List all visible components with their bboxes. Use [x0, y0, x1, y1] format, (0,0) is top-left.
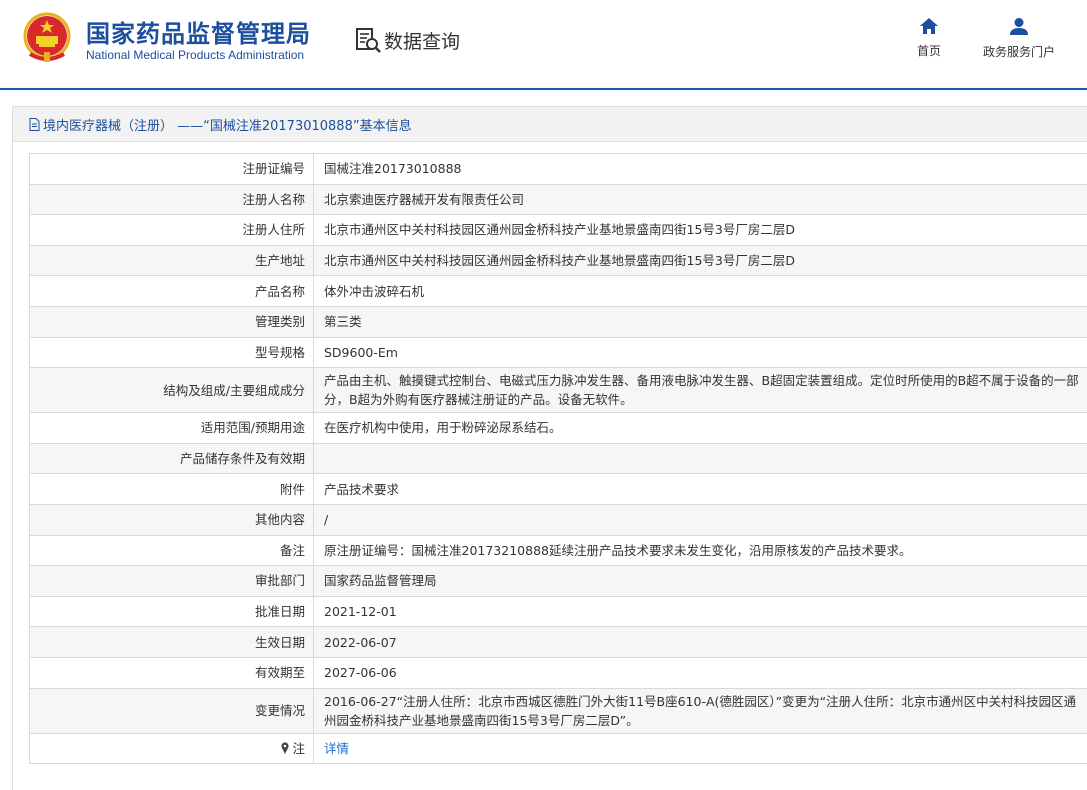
- site-header: 国家药品监督管理局 National Medical Products Admi…: [0, 0, 1087, 90]
- details-link[interactable]: 详情: [324, 741, 349, 756]
- field-value: [313, 442, 1087, 475]
- home-icon: [920, 18, 938, 34]
- table-row: 结构及组成/主要组成成分 产品由主机、触摸键式控制台、电磁式压力脉冲发生器、备用液…: [29, 367, 1087, 414]
- field-value: 北京市通州区中关村科技园区通州园金桥科技产业基地景盛南四街15号3号厂房二层D: [313, 214, 1087, 246]
- field-value: 体外冲击波碎石机: [313, 275, 1087, 307]
- field-label: 适用范围/预期用途: [29, 412, 314, 444]
- table-row: 备注 原注册证编号：国械注准20173210888延续注册产品技术要求未发生变化，…: [29, 534, 1087, 567]
- field-value: 产品由主机、触摸键式控制台、电磁式压力脉冲发生器、备用液电脉冲发生器、B超固定装…: [313, 367, 1087, 414]
- field-value: 2016-06-27“注册人住所：北京市西城区德胜门外大街11号B座610-A(…: [313, 687, 1087, 734]
- field-label: 生产地址: [29, 244, 314, 277]
- field-label: 结构及组成/主要组成成分: [29, 367, 314, 414]
- brand-title[interactable]: 国家药品监督管理局: [86, 14, 311, 49]
- breadcrumb: 境内医疗器械（注册） ——“国械注准20173010888”基本信息: [13, 107, 1087, 142]
- field-value: 2021-12-01: [313, 595, 1087, 628]
- field-value: 2027-06-06: [313, 656, 1087, 689]
- table-row: 管理类别 第三类: [29, 305, 1087, 338]
- pin-icon: [281, 742, 290, 754]
- national-emblem-icon[interactable]: [22, 12, 72, 64]
- field-label: 注册人住所: [29, 214, 314, 246]
- field-label: 生效日期: [29, 626, 314, 658]
- field-label: 审批部门: [29, 565, 314, 597]
- note-label: 注: [292, 740, 305, 756]
- field-label: 注册证编号: [29, 153, 314, 185]
- field-label: 附件: [29, 473, 314, 505]
- brand-subtitle[interactable]: National Medical Products Administration: [86, 48, 304, 62]
- table-row: 生效日期 2022-06-07: [29, 626, 1087, 658]
- nav-home-label: 首页: [916, 44, 941, 58]
- field-value: 国家药品监督管理局: [313, 565, 1087, 597]
- field-label: 型号规格: [29, 336, 314, 369]
- nav-service-portal-label: 政务服务门户: [982, 45, 1055, 59]
- field-value: 在医疗机构中使用，用于粉碎泌尿系结石。: [313, 412, 1087, 444]
- table-row: 适用范围/预期用途 在医疗机构中使用，用于粉碎泌尿系结石。: [29, 412, 1087, 444]
- detail-panel: 境内医疗器械（注册） ——“国械注准20173010888”基本信息 注册证编号…: [12, 106, 1087, 790]
- table-row: 附件 产品技术要求: [29, 473, 1087, 505]
- field-value: /: [313, 503, 1087, 536]
- table-row: 批准日期 2021-12-01: [29, 595, 1087, 628]
- field-value: 原注册证编号：国械注准20173210888延续注册产品技术要求未发生变化，沿用…: [313, 534, 1087, 567]
- document-search-icon: [356, 28, 381, 53]
- table-row: 有效期至 2027-06-06: [29, 656, 1087, 689]
- table-row: 审批部门 国家药品监督管理局: [29, 565, 1087, 597]
- table-row: 型号规格 SD9600-Em: [29, 336, 1087, 369]
- table-row: 注册人名称 北京索迪医疗器械开发有限责任公司: [29, 183, 1087, 216]
- field-label: 批准日期: [29, 595, 314, 628]
- data-query-label: 数据查询: [384, 30, 461, 53]
- field-label: 产品名称: [29, 275, 314, 307]
- field-value: 北京市通州区中关村科技园区通州园金桥科技产业基地景盛南四街15号3号厂房二层D: [313, 244, 1087, 277]
- breadcrumb-text: 境内医疗器械（注册） ——“国械注准20173010888”基本信息: [43, 118, 412, 134]
- field-label: 有效期至: [29, 656, 314, 689]
- table-row: 注 详情: [29, 732, 1087, 765]
- field-label: 产品储存条件及有效期: [29, 442, 314, 475]
- field-label: 注册人名称: [29, 183, 314, 216]
- nav-service-portal[interactable]: 政务服务门户: [978, 18, 1060, 60]
- field-value: 国械注准20173010888: [313, 153, 1087, 185]
- field-label: 变更情况: [29, 687, 314, 734]
- field-value: 产品技术要求: [313, 473, 1087, 505]
- table-row: 生产地址 北京市通州区中关村科技园区通州园金桥科技产业基地景盛南四街15号3号厂房…: [29, 244, 1087, 277]
- field-label: 其他内容: [29, 503, 314, 536]
- field-value: SD9600-Em: [313, 336, 1087, 369]
- table-row: 注册人住所 北京市通州区中关村科技园区通州园金桥科技产业基地景盛南四街15号3号厂…: [29, 214, 1087, 246]
- table-row: 产品名称 体外冲击波碎石机: [29, 275, 1087, 307]
- document-icon: [29, 117, 40, 131]
- field-value: 第三类: [313, 305, 1087, 338]
- registration-info-table: 注册证编号 国械注准20173010888 注册人名称 北京索迪医疗器械开发有限责任公…: [29, 153, 1087, 765]
- note-value-cell: 详情: [313, 732, 1087, 765]
- field-label: 管理类别: [29, 305, 314, 338]
- field-value: 北京索迪医疗器械开发有限责任公司: [313, 183, 1087, 216]
- table-row: 其他内容 /: [29, 503, 1087, 536]
- user-icon: [1010, 18, 1028, 35]
- table-row: 注册证编号 国械注准20173010888: [29, 153, 1087, 185]
- table-row: 变更情况 2016-06-27“注册人住所：北京市西城区德胜门外大街11号B座61…: [29, 687, 1087, 734]
- note-label-cell: 注: [29, 732, 314, 765]
- nav-home[interactable]: 首页: [909, 18, 949, 59]
- table-row: 产品储存条件及有效期: [29, 442, 1087, 475]
- data-query-title[interactable]: 数据查询: [354, 26, 460, 54]
- field-value: 2022-06-07: [313, 626, 1087, 658]
- field-label: 备注: [29, 534, 314, 567]
